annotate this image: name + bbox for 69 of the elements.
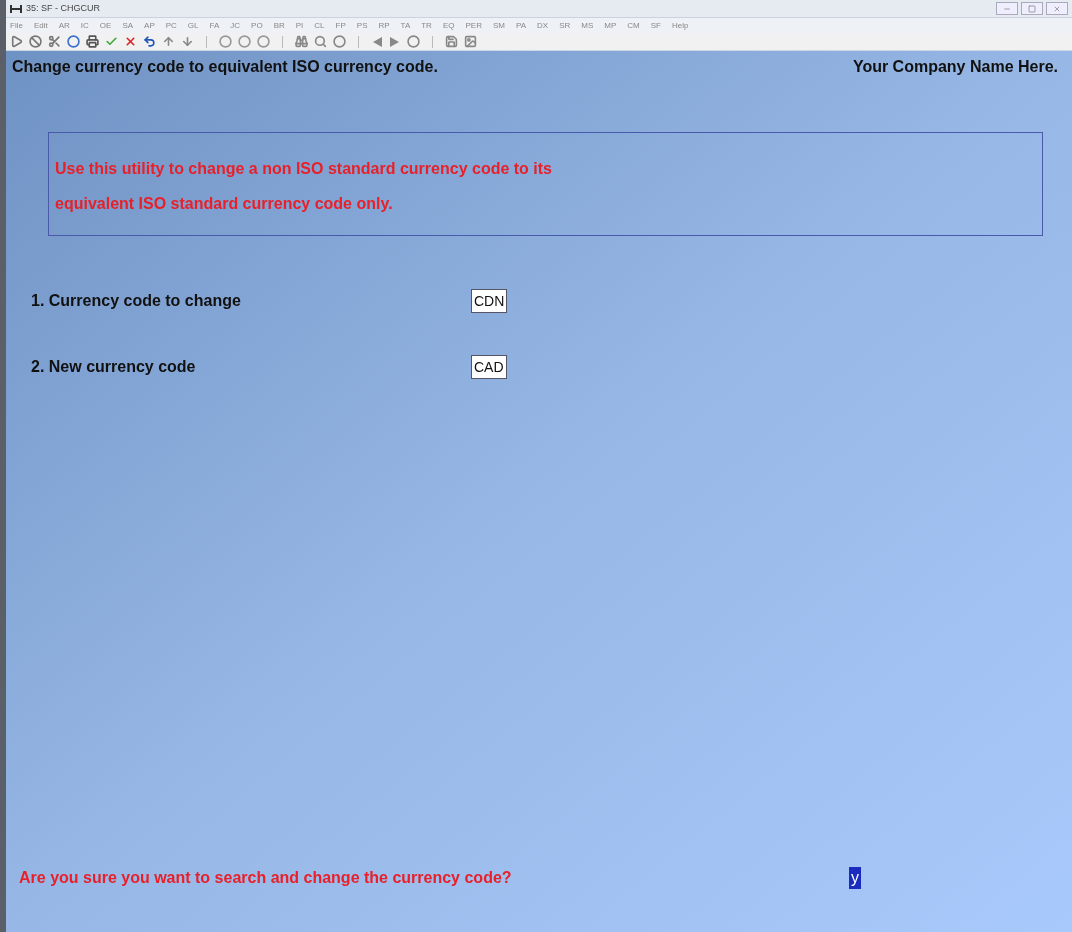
- undo-icon[interactable]: [143, 35, 156, 48]
- circle-icon[interactable]: [333, 35, 346, 48]
- close-icon: [1053, 4, 1061, 13]
- menu-item[interactable]: PO: [251, 19, 263, 32]
- close-button[interactable]: [1046, 2, 1068, 15]
- menu-item[interactable]: IC: [80, 19, 89, 32]
- save-icon[interactable]: [445, 35, 458, 48]
- input-field[interactable]: CAD: [471, 355, 507, 379]
- menu-item[interactable]: TR: [421, 19, 432, 32]
- menu-item[interactable]: CM: [627, 19, 640, 32]
- menu-item[interactable]: Edit: [33, 19, 48, 32]
- menu-item[interactable]: PI: [295, 19, 304, 32]
- menu-item[interactable]: PC: [165, 19, 177, 32]
- screen-title: Change currency code to equivalent ISO currency code.: [12, 57, 438, 77]
- menu-item[interactable]: File: [10, 19, 23, 32]
- maximize-button[interactable]: [1021, 2, 1043, 15]
- menu-item[interactable]: EQ: [442, 19, 455, 32]
- printer-icon[interactable]: [86, 35, 99, 48]
- image-icon[interactable]: [464, 35, 477, 48]
- app-icon: [10, 3, 22, 14]
- menu-item[interactable]: FP: [335, 19, 346, 32]
- scissors-icon[interactable]: [48, 35, 61, 48]
- menu-item[interactable]: PA: [515, 19, 526, 32]
- circle-icon[interactable]: [238, 35, 251, 48]
- menu-item[interactable]: DX: [537, 19, 549, 32]
- menu-item[interactable]: BR: [273, 19, 285, 32]
- menu-item[interactable]: MP: [604, 19, 617, 32]
- down-arrow-icon[interactable]: [181, 35, 194, 48]
- menu-item[interactable]: RP: [378, 19, 390, 32]
- notice-text: Use this utility to change a non ISO standard currency code to its: [55, 159, 553, 179]
- up-arrow-icon[interactable]: [162, 35, 175, 48]
- menu-item[interactable]: GL: [187, 19, 199, 32]
- menu-item[interactable]: Help: [671, 19, 689, 32]
- menu-item[interactable]: CL: [314, 19, 325, 32]
- menu-item[interactable]: TA: [400, 19, 411, 32]
- field-label: 2. New currency code: [31, 357, 197, 377]
- window-title: 35: SF - CHGCUR: [26, 1, 100, 15]
- menu-item[interactable]: SF: [650, 19, 661, 32]
- menu-item[interactable]: MS: [581, 19, 594, 32]
- menu-item[interactable]: SM: [492, 19, 505, 32]
- menu-item[interactable]: FA: [209, 19, 220, 32]
- right-triangle-icon[interactable]: [389, 35, 401, 48]
- company-name: Your Company Name Here.: [852, 57, 1058, 77]
- confirm-question: Are you sure you want to search and change the currency code?: [19, 868, 513, 888]
- menu-item[interactable]: AP: [144, 19, 155, 32]
- circle-icon[interactable]: [219, 35, 232, 48]
- circle-icon[interactable]: [257, 35, 270, 48]
- block-icon[interactable]: [29, 35, 42, 48]
- left-triangle-icon[interactable]: [371, 35, 383, 48]
- notice-text: equivalent ISO standard currency code only.: [55, 194, 394, 214]
- menu-item[interactable]: AR: [58, 19, 70, 32]
- menu-item[interactable]: SR: [559, 19, 571, 32]
- input-field[interactable]: CDN: [471, 289, 508, 313]
- field-label: 1. Currency code to change: [31, 291, 242, 311]
- circle-icon[interactable]: [407, 35, 420, 48]
- play-icon[interactable]: [10, 35, 23, 48]
- menu-item[interactable]: OE: [99, 19, 112, 32]
- binoculars-icon[interactable]: [295, 35, 308, 48]
- menu-item[interactable]: JC: [230, 19, 241, 32]
- check-icon[interactable]: [105, 35, 118, 48]
- menu-item[interactable]: PER: [465, 19, 482, 32]
- close-icon[interactable]: [124, 35, 137, 48]
- minimize-button[interactable]: [996, 2, 1018, 15]
- maximize-icon: [1028, 4, 1036, 13]
- menu-item[interactable]: SA: [122, 19, 134, 32]
- menu-item[interactable]: PS: [356, 19, 368, 32]
- answer-field[interactable]: y: [849, 867, 861, 889]
- circle-icon[interactable]: [67, 35, 80, 48]
- search-icon[interactable]: [314, 35, 327, 48]
